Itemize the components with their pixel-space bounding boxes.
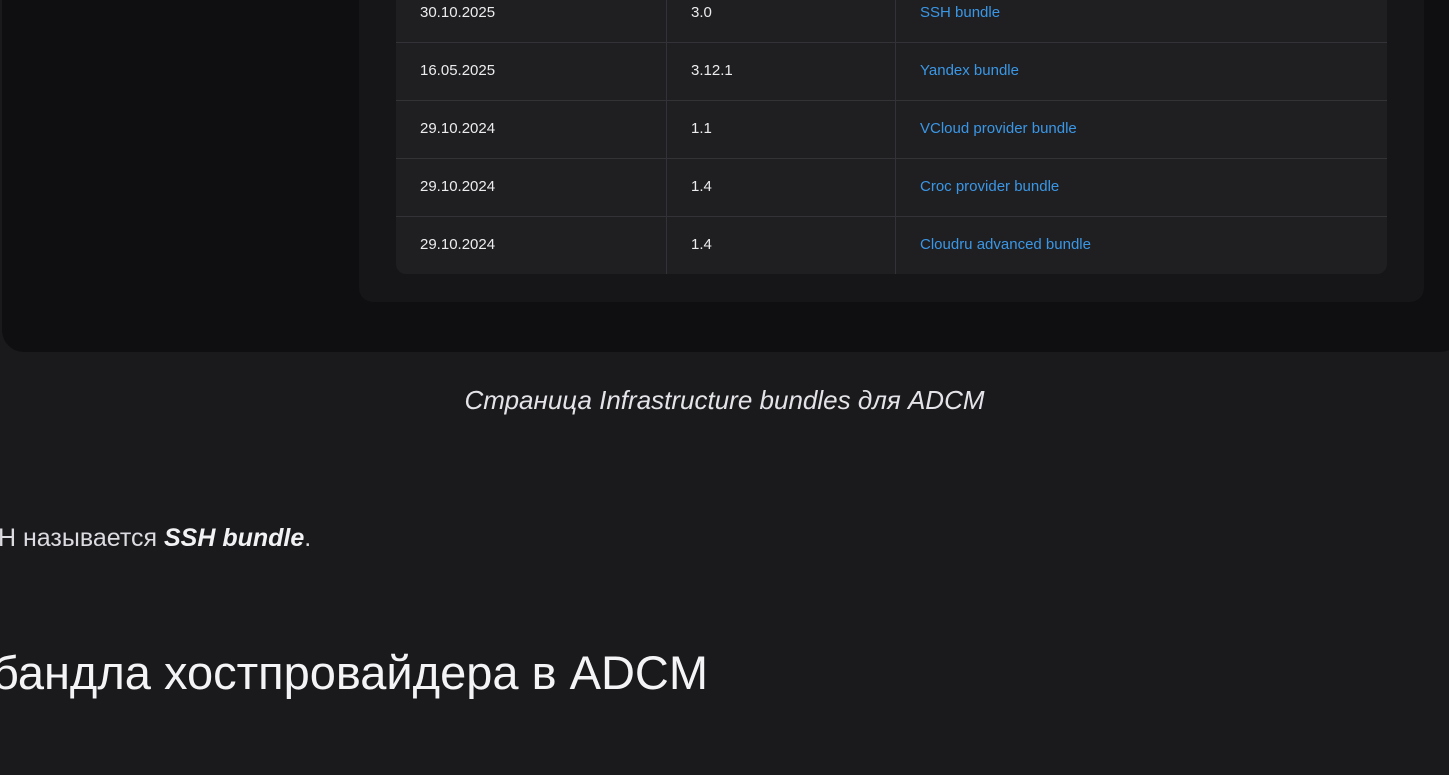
paragraph-text: Н называется: [0, 524, 164, 552]
version-cell: 1.4: [691, 236, 712, 253]
table-row: 16.05.2025 3.12.1 Yandex bundle: [396, 42, 1387, 101]
table-row: 29.10.2024 1.4 Cloudru advanced bundle: [396, 216, 1387, 274]
date-cell: 29.10.2024: [420, 120, 496, 137]
table-row: 29.10.2024 1.1 VCloud provider bundle: [396, 100, 1387, 159]
version-cell: 3.12.1: [691, 62, 733, 79]
bundle-name-link[interactable]: Cloudru advanced bundle: [920, 216, 1091, 274]
bundle-name-link[interactable]: Yandex bundle: [920, 42, 1019, 100]
column-divider: [666, 0, 667, 274]
table-row: 30.10.2025 3.0 SSH bundle: [396, 0, 1387, 43]
date-cell: 29.10.2024: [420, 178, 496, 195]
paragraph-suffix: .: [304, 524, 312, 552]
version-cell: 1.1: [691, 120, 712, 137]
bundle-name-link[interactable]: VCloud provider bundle: [920, 100, 1077, 158]
version-cell: 3.0: [691, 4, 712, 21]
table-row: 29.10.2024 1.4 Croc provider bundle: [396, 158, 1387, 217]
date-cell: 29.10.2024: [420, 236, 496, 253]
bundle-name-link[interactable]: SSH bundle: [920, 0, 1000, 42]
date-cell: 16.05.2025: [420, 62, 496, 79]
section-heading: бандла хостпровайдера в ADCM: [0, 646, 708, 699]
bundles-table: 30.10.2025 3.0 SSH bundle 16.05.2025 3.1…: [396, 0, 1387, 274]
bundle-name-link[interactable]: Croc provider bundle: [920, 158, 1059, 216]
paragraph-emphasis: SSH bundle: [164, 524, 305, 552]
figure-caption: Страница Infrastructure bundles для ADCM: [464, 385, 985, 415]
column-divider: [895, 0, 896, 274]
date-cell: 30.10.2025: [420, 4, 496, 21]
body-paragraph: Н называется SSH bundle.: [0, 524, 311, 553]
version-cell: 1.4: [691, 178, 712, 195]
